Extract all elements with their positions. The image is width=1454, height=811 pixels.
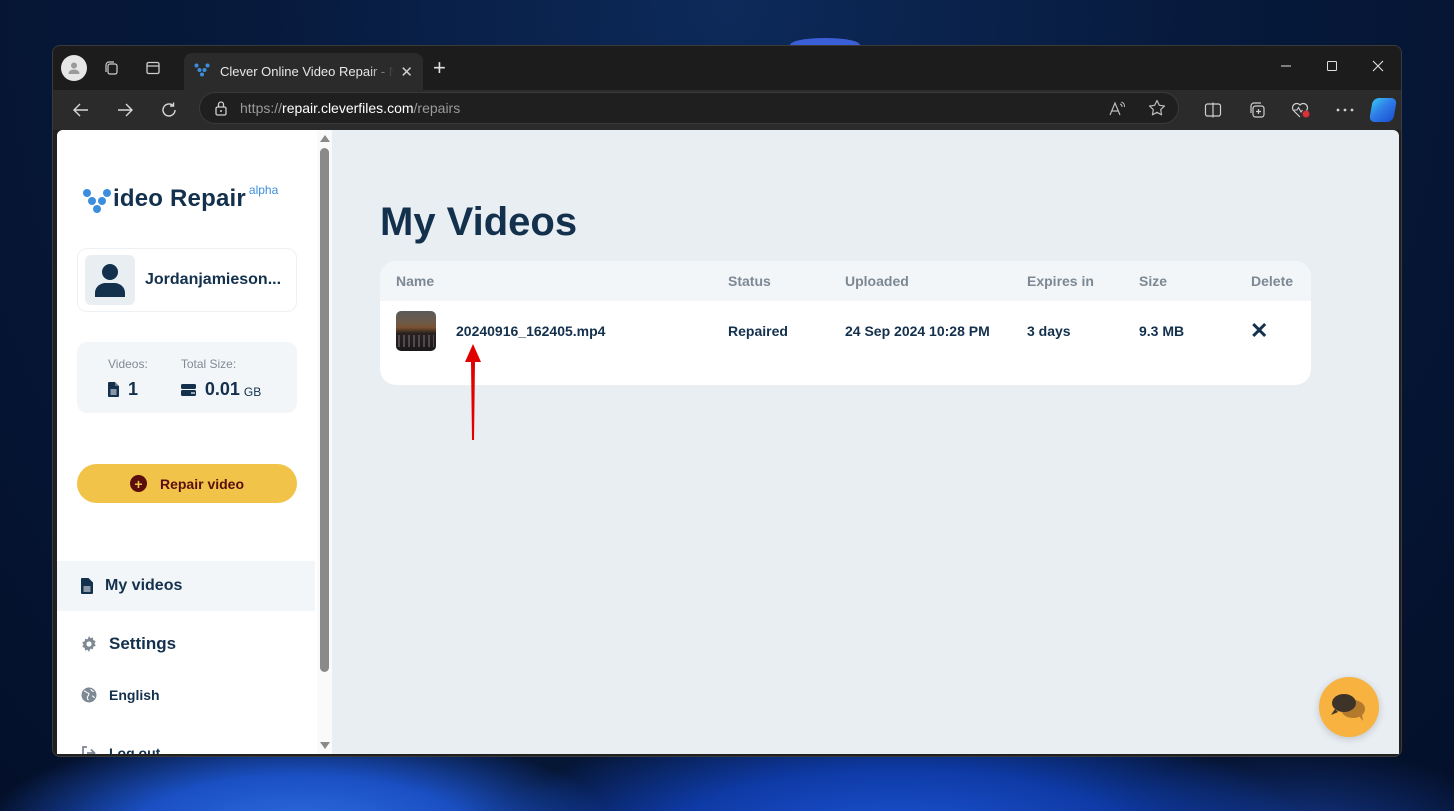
logo-v-dots-icon [83, 189, 115, 217]
url-host: repair.cleverfiles.com [282, 100, 414, 116]
status-badge: Repaired [728, 323, 788, 339]
close-window-button[interactable] [1355, 46, 1401, 86]
logo-alpha-badge: alpha [248, 183, 279, 197]
header-name: Name [396, 273, 435, 289]
table-header: Name Status Uploaded Expires in Size Del… [380, 261, 1311, 301]
browser-window: Clever Online Video Repair - My Videos ✕… [52, 45, 1402, 757]
browser-toolbar: https://repair.cleverfiles.com/repairs [53, 90, 1401, 130]
window-controls [1263, 46, 1401, 90]
logo-text: ideo Repair [113, 185, 246, 212]
forward-button[interactable] [103, 92, 147, 128]
sidebar-item-label: Log out [109, 745, 161, 754]
file-icon [108, 382, 119, 397]
hard-drive-icon [180, 383, 196, 396]
size-stat: Total Size: 0.01 GB [180, 357, 262, 413]
globe-icon [81, 687, 97, 703]
header-expires: Expires in [1027, 273, 1094, 289]
scroll-up-arrow-icon[interactable] [320, 135, 330, 142]
minimize-button[interactable] [1263, 46, 1309, 86]
sidebar: ideo Repair alpha Jordanjamieson... Vide… [57, 130, 332, 754]
sidebar-item-settings[interactable]: Settings [57, 619, 315, 669]
favorite-star-icon[interactable] [1148, 99, 1166, 117]
sidebar-item-label: My videos [105, 577, 183, 594]
sidebar-scrollbar[interactable] [317, 130, 332, 754]
annotation-arrow-icon [465, 344, 481, 440]
url-scheme: https:// [240, 100, 283, 116]
stats-panel: Videos: 1 Total Size: 0.01 GB [77, 342, 297, 413]
total-size-value: 0.01 [204, 379, 240, 399]
video-thumbnail[interactable] [396, 311, 436, 351]
video-filename[interactable]: 20240916_162405.mp4 [456, 323, 605, 339]
refresh-button[interactable] [147, 92, 191, 128]
browser-essentials-icon[interactable] [1279, 95, 1323, 125]
plus-circle-icon: + [129, 475, 147, 492]
repair-video-button[interactable]: + Repair video [77, 464, 297, 503]
copilot-icon[interactable] [1368, 98, 1398, 122]
workspaces-icon[interactable] [96, 53, 126, 83]
header-uploaded: Uploaded [845, 273, 909, 289]
split-screen-icon[interactable] [1191, 95, 1235, 125]
tab-strip: Clever Online Video Repair - My Videos ✕… [53, 46, 1401, 90]
videos-stat-label: Videos: [108, 357, 148, 371]
read-aloud-icon[interactable] [1108, 100, 1126, 116]
chat-support-button[interactable] [1319, 677, 1379, 737]
expires-in: 3 days [1027, 323, 1071, 339]
size-stat-label: Total Size: [180, 357, 237, 371]
address-bar[interactable]: https://repair.cleverfiles.com/repairs [199, 92, 1179, 124]
page-viewport: ideo Repair alpha Jordanjamieson... Vide… [57, 130, 1399, 754]
repair-video-label: Repair video [159, 475, 245, 492]
page-title: My Videos [380, 200, 578, 244]
sidebar-item-language[interactable]: English [57, 670, 315, 720]
username: Jordanjamieson... [145, 271, 282, 288]
uploaded-date: 24 Sep 2024 10:28 PM [845, 323, 990, 339]
app-logo[interactable]: ideo Repair alpha [83, 183, 279, 217]
avatar [85, 255, 135, 305]
videos-count: 1 [128, 379, 139, 399]
user-icon [95, 264, 125, 297]
gear-icon [82, 636, 96, 652]
tab-active[interactable]: Clever Online Video Repair - My Videos ✕ [184, 53, 423, 90]
file-icon [81, 578, 93, 594]
profile-avatar-icon[interactable] [61, 55, 87, 81]
sidebar-item-label: English [109, 687, 160, 703]
sidebar-item-logout[interactable]: Log out [57, 728, 315, 754]
new-tab-button[interactable]: + [433, 56, 446, 80]
logout-icon [82, 746, 96, 754]
tab-title: Clever Online Video Repair - My Videos [220, 64, 394, 79]
back-button[interactable] [59, 92, 103, 128]
lock-icon[interactable] [214, 100, 228, 116]
sidebar-item-label: Settings [109, 634, 177, 653]
videos-stat: Videos: 1 [108, 357, 148, 413]
header-delete: Delete [1251, 273, 1294, 289]
url-path: /repairs [413, 100, 461, 116]
videos-table: Name Status Uploaded Expires in Size Del… [380, 261, 1311, 385]
tab-close-icon[interactable]: ✕ [400, 63, 413, 81]
collections-icon[interactable] [1235, 95, 1279, 125]
site-favicon-icon [194, 63, 210, 80]
scroll-down-arrow-icon[interactable] [320, 742, 330, 749]
maximize-button[interactable] [1309, 46, 1355, 86]
total-size-unit: GB [243, 384, 262, 399]
more-options-icon[interactable] [1323, 95, 1367, 125]
user-card[interactable]: Jordanjamieson... [77, 248, 297, 312]
delete-close-icon[interactable]: ✕ [1250, 318, 1268, 344]
vertical-tabs-icon[interactable] [138, 53, 168, 83]
scrollbar-thumb[interactable] [320, 148, 329, 672]
file-size: 9.3 MB [1139, 323, 1185, 339]
header-size: Size [1139, 273, 1168, 289]
sidebar-item-my-videos[interactable]: My videos [57, 561, 315, 611]
table-row[interactable]: 20240916_162405.mp4 Repaired 24 Sep 2024… [380, 301, 1311, 361]
header-status: Status [728, 273, 771, 289]
chat-bubbles-icon [1331, 694, 1365, 721]
main-content: My Videos Name Status Uploaded Expires i… [332, 130, 1399, 754]
